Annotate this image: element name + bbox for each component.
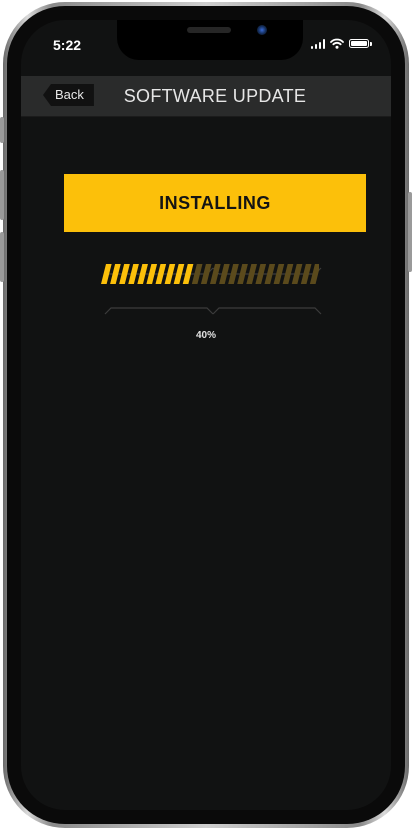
progress-segment-filled <box>128 264 139 284</box>
install-progress <box>101 264 325 324</box>
status-time: 5:22 <box>53 37 82 53</box>
app-screen: 5:22 Back SOFTWARE UPDATE INSTALLING 40% <box>21 20 391 810</box>
install-status-banner: INSTALLING <box>64 174 366 232</box>
progress-segment-empty <box>191 264 203 284</box>
speaker-grille <box>187 27 231 33</box>
progress-segment-filled <box>155 264 167 284</box>
progress-segment-empty <box>264 264 276 284</box>
phone-bezel: 5:22 Back SOFTWARE UPDATE INSTALLING 40% <box>7 6 405 824</box>
progress-segment-empty <box>309 264 319 284</box>
progress-segment-empty <box>291 264 303 284</box>
progress-segment-filled <box>173 264 185 284</box>
phone-frame: 5:22 Back SOFTWARE UPDATE INSTALLING 40% <box>0 2 412 828</box>
wifi-icon <box>330 38 344 49</box>
progress-segment-empty <box>273 264 285 284</box>
volume-up-button <box>0 170 4 220</box>
progress-bar <box>101 264 319 284</box>
progress-segment-empty <box>200 264 212 284</box>
install-status-label: INSTALLING <box>159 192 271 213</box>
progress-segment-empty <box>210 264 221 284</box>
progress-segment-empty <box>282 264 294 284</box>
camera-icon <box>257 25 267 35</box>
progress-segment-empty <box>255 264 267 284</box>
page-title: SOFTWARE UPDATE <box>123 86 307 106</box>
progress-segment-filled <box>164 264 176 284</box>
battery-level <box>351 41 367 46</box>
progress-segment-filled <box>101 264 112 284</box>
status-icons <box>310 38 372 49</box>
battery-icon <box>349 39 372 48</box>
volume-down-button <box>0 232 4 282</box>
silent-switch <box>0 117 4 143</box>
progress-segment-filled <box>182 264 194 284</box>
nav-header: Back SOFTWARE UPDATE <box>21 76 391 117</box>
progress-segment-filled <box>110 264 121 284</box>
progress-segment-filled <box>119 264 130 284</box>
progress-segment-empty <box>300 264 312 284</box>
progress-segment-empty <box>228 264 239 284</box>
progress-segment-empty <box>237 264 248 284</box>
progress-segment-empty <box>246 264 257 284</box>
power-button <box>408 192 412 272</box>
progress-segment-filled <box>146 264 158 284</box>
cellular-signal-icon <box>310 38 325 49</box>
progress-segment-filled <box>137 264 148 284</box>
notch <box>117 20 303 60</box>
progress-percent: 40% <box>195 330 216 341</box>
progress-segment-empty <box>219 264 230 284</box>
